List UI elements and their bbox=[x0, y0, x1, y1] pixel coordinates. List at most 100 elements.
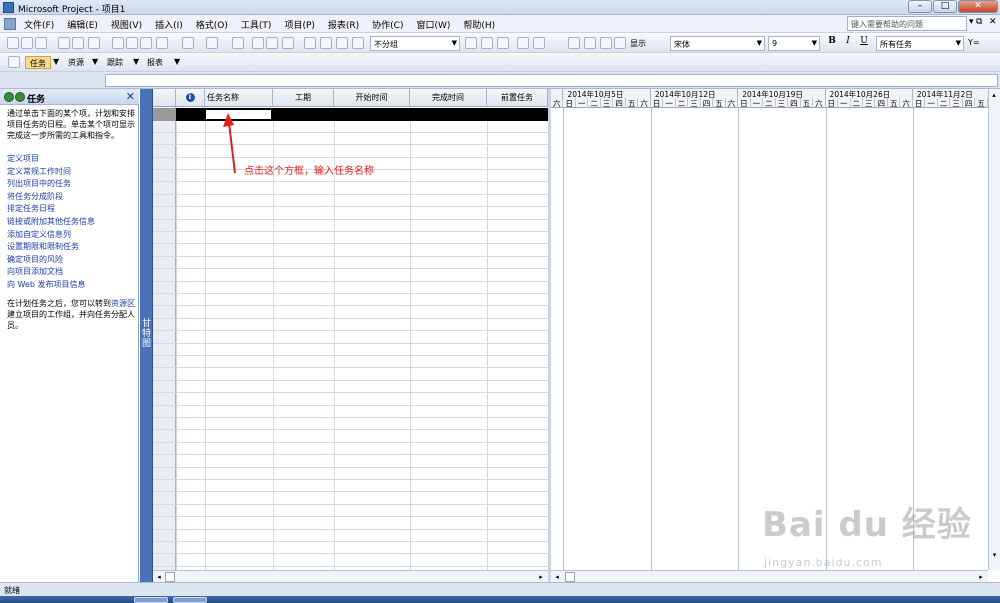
indicator-column-header[interactable]: i bbox=[176, 89, 205, 107]
scroll-right-icon[interactable]: ▸ bbox=[536, 572, 546, 582]
table-row[interactable] bbox=[153, 517, 548, 530]
taskbar-item[interactable] bbox=[173, 597, 207, 603]
table-row[interactable] bbox=[153, 145, 548, 158]
table-row[interactable] bbox=[153, 406, 548, 418]
split-task-icon[interactable] bbox=[282, 37, 294, 49]
project-menu-icon[interactable] bbox=[4, 18, 16, 30]
table-row[interactable] bbox=[153, 381, 548, 394]
table-row[interactable] bbox=[153, 319, 548, 332]
table-row[interactable] bbox=[153, 393, 548, 406]
indent-icon[interactable] bbox=[568, 37, 580, 49]
show-subtasks-icon[interactable] bbox=[600, 37, 612, 49]
gantt-hscroll-thumb[interactable] bbox=[565, 572, 575, 582]
undo-icon[interactable] bbox=[182, 37, 194, 49]
show-menu-button[interactable]: 显示 bbox=[630, 38, 646, 49]
task-pane-link[interactable]: 列出项目中的任务 bbox=[7, 178, 137, 191]
open-icon[interactable] bbox=[21, 37, 33, 49]
zoom-out-icon[interactable] bbox=[481, 37, 493, 49]
table-row[interactable] bbox=[153, 542, 548, 555]
group-combo[interactable]: 不分组 ▼ bbox=[370, 36, 460, 51]
task-pane-close-icon[interactable]: ✕ bbox=[126, 90, 135, 103]
table-row[interactable] bbox=[153, 207, 548, 220]
maximize-button[interactable]: □ bbox=[933, 0, 957, 13]
task-pane-link[interactable]: 链接或附加其他任务信息 bbox=[7, 216, 137, 229]
task-pane-link[interactable]: 确定项目的风险 bbox=[7, 254, 137, 267]
back-icon[interactable] bbox=[4, 92, 14, 102]
guide-toggle-icon[interactable] bbox=[8, 56, 20, 68]
redo-icon[interactable] bbox=[206, 37, 218, 49]
scroll-up-icon[interactable]: ▴ bbox=[989, 90, 999, 100]
unlink-tasks-icon[interactable] bbox=[266, 37, 278, 49]
link-tasks-icon[interactable] bbox=[252, 37, 264, 49]
publish-icon[interactable] bbox=[352, 37, 364, 49]
entry-input[interactable] bbox=[105, 74, 998, 87]
resource-dropdown-icon[interactable]: ▼ bbox=[92, 57, 98, 66]
table-row[interactable] bbox=[153, 418, 548, 431]
copy-icon[interactable] bbox=[126, 37, 138, 49]
hyperlink-icon[interactable] bbox=[232, 37, 244, 49]
tracking-dropdown-icon[interactable]: ▼ bbox=[133, 57, 139, 66]
zoom-in-icon[interactable] bbox=[465, 37, 477, 49]
col-finish[interactable]: 完成时间 bbox=[410, 89, 487, 107]
select-all-corner[interactable] bbox=[153, 89, 176, 107]
report-dropdown-icon[interactable]: ▼ bbox=[174, 57, 180, 66]
goto-task-icon[interactable] bbox=[497, 37, 509, 49]
help-search-input[interactable]: 键入需要帮助的问题 bbox=[847, 16, 967, 31]
guide-report-button[interactable]: 报表 bbox=[143, 56, 167, 69]
menu-item[interactable]: 窗口(W) bbox=[416, 18, 450, 31]
table-row[interactable] bbox=[153, 306, 548, 319]
menu-item[interactable]: 视图(V) bbox=[111, 18, 142, 31]
font-size-combo[interactable]: 9 ▼ bbox=[768, 36, 820, 51]
gantt-vscroll[interactable]: ▴ ▾ bbox=[988, 89, 1000, 570]
task-pane-link[interactable]: 向项目添加文档 bbox=[7, 266, 137, 279]
forward-icon[interactable] bbox=[15, 92, 25, 102]
menu-item[interactable]: 报表(R) bbox=[328, 18, 359, 31]
table-row[interactable] bbox=[153, 344, 548, 356]
italic-button[interactable]: I bbox=[841, 36, 855, 50]
col-duration[interactable]: 工期 bbox=[273, 89, 334, 107]
table-row[interactable] bbox=[153, 480, 548, 493]
new-icon[interactable] bbox=[7, 37, 19, 49]
task-pane-link[interactable]: 添加自定义信息列 bbox=[7, 229, 137, 242]
table-row[interactable] bbox=[153, 505, 548, 518]
menu-item[interactable]: 编辑(E) bbox=[67, 18, 98, 31]
table-row[interactable] bbox=[153, 244, 548, 257]
close-doc-icon[interactable]: ✕ bbox=[989, 17, 997, 27]
notes-icon[interactable] bbox=[320, 37, 332, 49]
gantt-scroll-left-icon[interactable]: ◂ bbox=[552, 572, 562, 582]
col-predecessors[interactable]: 前置任务 bbox=[487, 89, 548, 107]
taskbar-item[interactable] bbox=[134, 597, 168, 603]
table-row[interactable] bbox=[153, 257, 548, 270]
copy-picture-icon[interactable] bbox=[517, 37, 529, 49]
table-row[interactable] bbox=[153, 468, 548, 480]
print-icon[interactable] bbox=[58, 37, 70, 49]
outdent-icon[interactable] bbox=[584, 37, 596, 49]
restore-doc-icon[interactable]: ⧉ bbox=[976, 17, 982, 27]
task-dropdown-icon[interactable]: ▼ bbox=[53, 57, 59, 66]
table-hscroll[interactable]: ◂ ▸ bbox=[153, 570, 548, 582]
menu-item[interactable]: 协作(C) bbox=[372, 18, 403, 31]
task-pane-link[interactable]: 将任务分成阶段 bbox=[7, 191, 137, 204]
table-row[interactable] bbox=[153, 443, 548, 456]
view-bar[interactable]: 甘特图 bbox=[140, 89, 153, 582]
task-pane-link[interactable]: 向 Web 发布项目信息 bbox=[7, 279, 137, 292]
table-row[interactable] bbox=[153, 368, 548, 381]
save-icon[interactable] bbox=[35, 37, 47, 49]
print-preview-icon[interactable] bbox=[72, 37, 84, 49]
scroll-down-icon[interactable]: ▾ bbox=[989, 551, 1000, 561]
font-combo[interactable]: 宋体 ▼ bbox=[670, 36, 765, 51]
table-row[interactable] bbox=[153, 182, 548, 195]
table-row[interactable] bbox=[153, 331, 548, 344]
table-row[interactable] bbox=[153, 220, 548, 232]
menu-item[interactable]: 项目(P) bbox=[284, 18, 314, 31]
cut-icon[interactable] bbox=[112, 37, 124, 49]
gantt-hscroll[interactable]: ◂ ▸ bbox=[551, 570, 988, 582]
table-row[interactable] bbox=[153, 120, 548, 133]
resource-area-link[interactable]: 资源区 bbox=[111, 299, 135, 308]
close-button[interactable]: ✕ bbox=[958, 0, 998, 13]
format-painter-icon[interactable] bbox=[156, 37, 168, 49]
col-start[interactable]: 开始时间 bbox=[334, 89, 410, 107]
help-icon[interactable] bbox=[533, 37, 545, 49]
table-row[interactable] bbox=[153, 133, 548, 146]
menu-item[interactable]: 插入(I) bbox=[155, 18, 183, 31]
